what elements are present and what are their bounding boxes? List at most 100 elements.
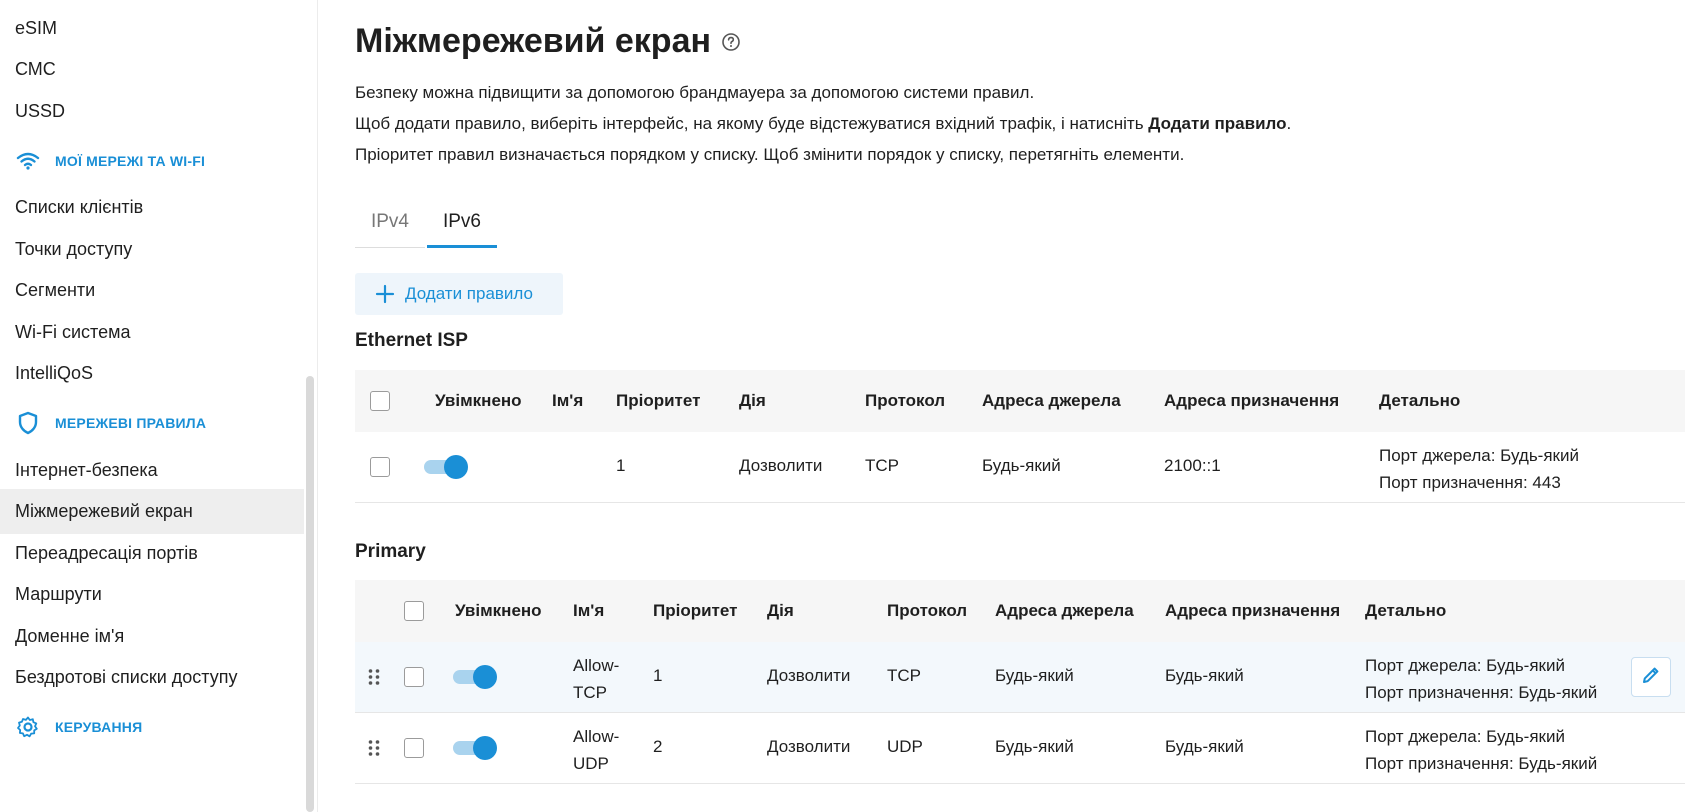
title-row: Міжмережевий екран (355, 22, 741, 61)
cell-priority: 1 (653, 666, 663, 685)
column-header-source[interactable]: Адреса джерела (995, 580, 1134, 642)
group-title: Primary (355, 541, 426, 562)
description-text: Щоб додати правило, виберіть інтерфейс, … (355, 114, 1149, 133)
sidebar-item-ussd[interactable]: USSD (0, 89, 304, 134)
cell-action: Дозволити (767, 737, 851, 756)
column-header-destination[interactable]: Адреса призначення (1164, 370, 1339, 432)
sidebar-section-management[interactable]: КЕРУВАННЯ (0, 704, 304, 749)
description-line-2: Щоб додати правило, виберіть інтерфейс, … (355, 114, 1291, 134)
group-title: Ethernet ISP (355, 330, 468, 351)
sidebar-section-label: КЕРУВАННЯ (55, 718, 143, 735)
sidebar-item-firewall[interactable]: Міжмережевий екран (0, 489, 304, 534)
page-title: Міжмережевий екран (355, 22, 712, 60)
details-destination-port: Порт призначення: 443 (1379, 473, 1561, 492)
sidebar-item-esim[interactable]: eSIM (0, 6, 304, 51)
column-header-destination[interactable]: Адреса призначення (1165, 580, 1340, 642)
add-rule-button[interactable]: Додати правило (355, 273, 563, 315)
description-text: . (1286, 114, 1292, 133)
table-header: Увімкнено Ім'я Пріоритет Дія Протокол Ад… (355, 370, 1685, 432)
details-destination-port: Порт призначення: Будь-який (1365, 754, 1598, 773)
tab-ipv4[interactable]: IPv4 (355, 204, 425, 248)
sidebar-item-client-lists[interactable]: Списки клієнтів (0, 185, 304, 230)
cell-details: Порт джерела: Будь-який Порт призначення… (1365, 723, 1597, 777)
enabled-toggle[interactable] (424, 455, 468, 479)
row-checkbox[interactable] (404, 667, 424, 687)
column-header-priority[interactable]: Пріоритет (653, 580, 737, 642)
sidebar-item-wireless-acl[interactable]: Бездротові списки доступу (0, 655, 304, 700)
cell-destination: Будь-який (1165, 737, 1244, 756)
rules-table: Увімкнено Ім'я Пріоритет Дія Протокол Ад… (355, 580, 1685, 795)
main-content: Міжмережевий екран Безпеку можна підвищи… (355, 0, 1700, 812)
enabled-toggle[interactable] (453, 665, 497, 689)
column-header-enabled[interactable]: Увімкнено (455, 580, 542, 642)
pencil-icon (1641, 665, 1661, 690)
column-header-enabled[interactable]: Увімкнено (435, 370, 522, 432)
select-all-checkbox[interactable] (404, 601, 424, 621)
sidebar-item-domain-name[interactable]: Доменне ім'я (0, 614, 304, 659)
column-header-priority[interactable]: Пріоритет (616, 370, 700, 432)
shield-icon (15, 410, 41, 436)
name-line: UDP (573, 754, 609, 773)
tab-ipv6[interactable]: IPv6 (427, 204, 497, 248)
cell-source: Будь-який (982, 456, 1061, 475)
sidebar-item-wifi-system[interactable]: Wi-Fi система (0, 310, 304, 355)
sidebar-item-port-forwarding[interactable]: Переадресація портів (0, 531, 304, 576)
rules-table: Увімкнено Ім'я Пріоритет Дія Протокол Ад… (355, 370, 1685, 503)
column-header-name[interactable]: Ім'я (573, 580, 604, 642)
table-row[interactable]: Allow- TCP 1 Дозволити TCP Будь-який Буд… (355, 642, 1685, 713)
description-bold: Додати правило (1148, 114, 1287, 133)
drag-handle-icon[interactable] (367, 668, 381, 686)
name-line: Allow- (573, 656, 620, 675)
cell-priority: 1 (616, 456, 626, 475)
name-line: Allow- (573, 727, 620, 746)
column-header-details[interactable]: Детально (1365, 580, 1446, 642)
select-all-checkbox[interactable] (370, 391, 390, 411)
description-line-3: Пріоритет правил визначається порядком у… (355, 145, 1185, 164)
sidebar-section-label: МЕРЕЖЕВІ ПРАВИЛА (55, 414, 207, 431)
column-header-name[interactable]: Ім'я (552, 370, 583, 432)
column-header-protocol[interactable]: Протокол (887, 580, 967, 642)
sidebar-item-intelliqos[interactable]: IntelliQoS (0, 351, 304, 396)
sidebar-section-rules[interactable]: МЕРЕЖЕВІ ПРАВИЛА (0, 400, 304, 445)
sidebar-item-segments[interactable]: Сегменти (0, 268, 304, 313)
details-source-port: Порт джерела: Будь-який (1365, 727, 1565, 746)
sidebar-scrollbar[interactable] (306, 376, 314, 812)
gear-icon (15, 714, 41, 740)
cell-priority: 2 (653, 737, 663, 756)
sidebar-item-routes[interactable]: Маршрути (0, 572, 304, 617)
cell-destination: 2100::1 (1164, 456, 1221, 475)
column-header-action[interactable]: Дія (767, 580, 794, 642)
table-header: Увімкнено Ім'я Пріоритет Дія Протокол Ад… (355, 580, 1685, 642)
sidebar-item-access-points[interactable]: Точки доступу (0, 227, 304, 272)
row-checkbox[interactable] (404, 738, 424, 758)
column-header-source[interactable]: Адреса джерела (982, 370, 1121, 432)
cell-protocol: UDP (887, 737, 923, 756)
cell-name: Allow- TCP (573, 652, 619, 706)
cell-source: Будь-який (995, 737, 1074, 756)
sidebar-item-internet-security[interactable]: Інтернет-безпека (0, 448, 304, 493)
cell-name: Allow- UDP (573, 723, 619, 777)
wifi-icon (15, 148, 41, 174)
tabs: IPv4 IPv6 (355, 204, 1700, 248)
drag-handle-icon[interactable] (367, 739, 381, 757)
sidebar-item-sms[interactable]: СМС (0, 47, 304, 92)
help-icon[interactable] (721, 32, 741, 52)
plus-icon (375, 284, 395, 304)
description-line-1: Безпеку можна підвищити за допомогою бра… (355, 83, 1035, 102)
row-checkbox[interactable] (370, 457, 390, 477)
details-source-port: Порт джерела: Будь-який (1365, 656, 1565, 675)
table-row[interactable]: Allow- UDP 2 Дозволити UDP Будь-який Буд… (355, 713, 1685, 784)
details-destination-port: Порт призначення: Будь-який (1365, 683, 1598, 702)
sidebar-section-label: МОЇ МЕРЕЖІ ТА WI-FI (55, 152, 206, 169)
sidebar-section-networks[interactable]: МОЇ МЕРЕЖІ ТА WI-FI (0, 138, 304, 183)
enabled-toggle[interactable] (453, 736, 497, 760)
cell-details: Порт джерела: Будь-який Порт призначення… (1379, 442, 1579, 496)
cell-source: Будь-який (995, 666, 1074, 685)
column-header-action[interactable]: Дія (739, 370, 766, 432)
column-header-details[interactable]: Детально (1379, 370, 1460, 432)
column-header-protocol[interactable]: Протокол (865, 370, 945, 432)
details-source-port: Порт джерела: Будь-який (1379, 446, 1579, 465)
edit-button[interactable] (1631, 657, 1671, 697)
sidebar: eSIM СМС USSD МОЇ МЕРЕЖІ ТА WI-FI Списки… (0, 0, 318, 812)
table-row[interactable]: 1 Дозволити TCP Будь-який 2100::1 Порт д… (355, 432, 1685, 503)
